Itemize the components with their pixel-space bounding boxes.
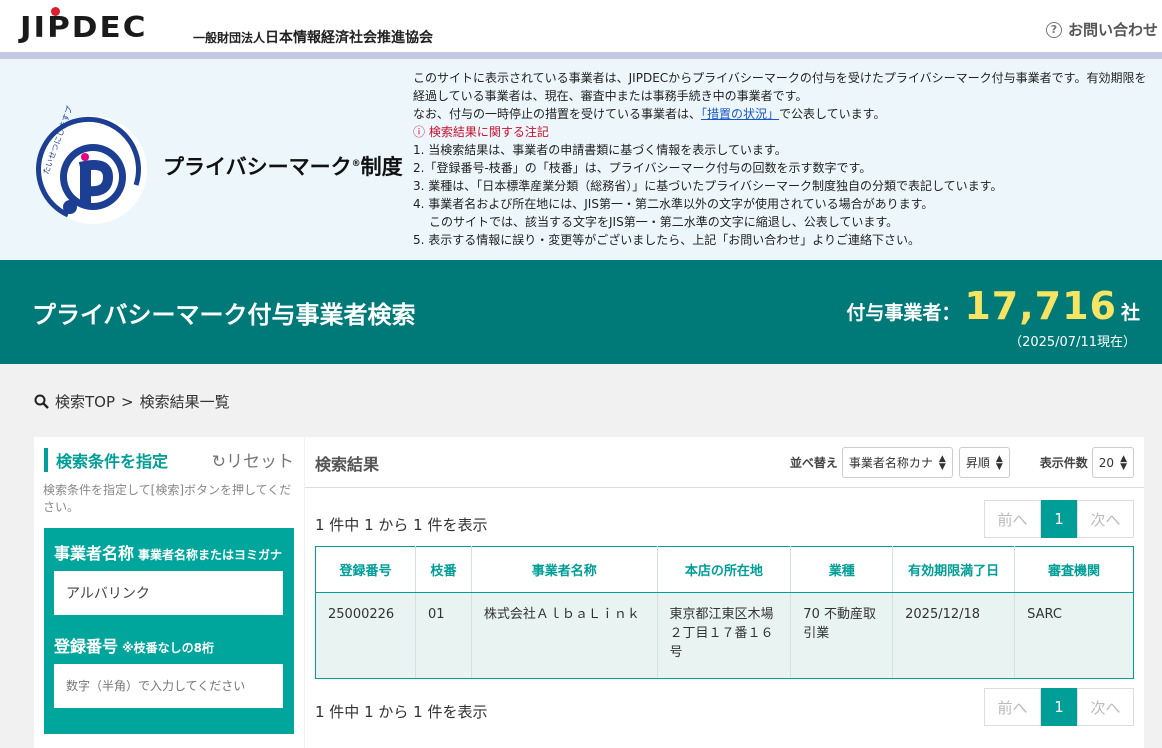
- notice-line-2: なお、付与の一時停止の措置を受けている事業者は、「措置の状況」で公表しています。: [413, 107, 886, 121]
- next-page-button[interactable]: 次へ: [1077, 688, 1134, 726]
- contact-label: お問い合わせ: [1067, 21, 1158, 39]
- per-page-select[interactable]: 20 ▲ ▼: [1091, 447, 1134, 478]
- company-name-input[interactable]: [54, 571, 283, 615]
- table-header-row: 登録番号 枝番 事業者名称 本店の所在地 業種 有効期限満了日 審査機関: [315, 546, 1134, 593]
- search-form: 事業者名称事業者名称またはヨミガナ 登録番号※枝番なしの8桁: [44, 528, 294, 734]
- question-icon: ?: [1045, 21, 1062, 38]
- prev-page-button[interactable]: 前へ: [984, 500, 1041, 538]
- search-hint: 検索条件を指定して[検索]ボタンを押してください。: [43, 483, 292, 514]
- results-title: 検索結果: [315, 455, 380, 474]
- breadcrumb: 検索TOP > 検索結果一覧: [34, 391, 230, 412]
- cell-industry: 70 不動産取引業: [790, 592, 893, 679]
- jipdec-logo[interactable]: JIPDEC: [20, 7, 148, 46]
- reset-button[interactable]: ↻リセット: [212, 447, 294, 472]
- col-branch[interactable]: 枝番: [414, 546, 472, 593]
- page-1-button[interactable]: 1: [1041, 500, 1077, 538]
- table-row[interactable]: 25000226 01 株式会社ＡｌｂａＬｉｎｋ 東京都江東区木場２丁目１７番１…: [315, 592, 1134, 679]
- company-name-label: 事業者名称 事業者名称またはヨミガナ: [54, 544, 283, 563]
- col-auditor[interactable]: 審査機関: [1014, 546, 1134, 593]
- prev-page-button[interactable]: 前へ: [984, 688, 1041, 726]
- cell-company-name[interactable]: 株式会社ＡｌｂａＬｉｎｋ: [470, 592, 658, 679]
- count-date: （2025/07/11現在）: [1009, 335, 1136, 350]
- search-icon: [34, 394, 49, 409]
- per-page-label: 表示件数: [1039, 456, 1088, 470]
- registered-count: 付与事業者： 17,716 社 （2025/07/11現在）: [846, 284, 1140, 350]
- registration-number-input[interactable]: [54, 664, 283, 708]
- cell-expiry: 2025/12/18: [892, 592, 1015, 679]
- caution-heading: ⓘ 検索結果に関する注記: [413, 125, 549, 139]
- sort-label: 並べ替え: [789, 456, 838, 470]
- search-results-panel: 検索結果 並べ替え 事業者名称カナ ▲ ▼ 昇順 ▲ ▼ 表示件数 20 ▲ ▼ 1 …: [305, 437, 1144, 748]
- org-name: 一般財団法人日本情報経済社会推進協会: [193, 30, 434, 46]
- caution-icon: ⓘ: [413, 125, 426, 139]
- page-1-button[interactable]: 1: [1041, 688, 1077, 726]
- next-page-button[interactable]: 次へ: [1077, 500, 1134, 538]
- notice-item-3: 3. 業種は、「日本標準産業分類（総務省）」に基づいたプライバシーマーク制度独自…: [413, 179, 1003, 193]
- title-band: プライバシーマーク付与事業者検索 付与事業者： 17,716 社 （2025/07/…: [0, 260, 1162, 364]
- results-count-bottom: 1 件中 1 から 1 件を表示: [315, 703, 488, 721]
- logo-text: JIPDEC: [20, 11, 148, 45]
- page-title: プライバシーマーク付与事業者検索: [32, 301, 416, 329]
- breadcrumb-separator: >: [121, 392, 134, 411]
- notice-area: たいせつにしますプライバシー プライバシーマーク®制度 このサイトに表示されてい…: [0, 59, 1162, 260]
- count-number: 17,716: [964, 284, 1117, 328]
- col-address[interactable]: 本店の所在地: [656, 546, 792, 593]
- pmark-title: プライバシーマーク®制度: [163, 155, 403, 179]
- privacy-mark-seal-icon: たいせつにしますプライバシー: [36, 105, 147, 224]
- notice-text: このサイトに表示されている事業者は、JIPDECからプライバシーマークの付与を受…: [413, 69, 1148, 249]
- notice-item-4: 4. 事業者名および所在地には、JIS第一・第二水準以外の文字が使用されている場…: [413, 197, 934, 211]
- cell-address: 東京都江東区木場２丁目１７番１６号: [656, 592, 791, 679]
- select-arrows-icon: ▲ ▼: [995, 453, 1003, 472]
- results-count-top: 1 件中 1 から 1 件を表示: [315, 516, 488, 534]
- results-table: 登録番号 枝番 事業者名称 本店の所在地 業種 有効期限満了日 審査機関 250…: [315, 546, 1134, 679]
- reset-icon: ↻: [211, 452, 226, 472]
- cell-branch: 01: [414, 592, 472, 679]
- cell-registration-number: 25000226: [315, 592, 416, 679]
- notice-line-1: このサイトに表示されている事業者は、JIPDECからプライバシーマークの付与を受…: [413, 71, 1147, 103]
- col-industry[interactable]: 業種: [790, 546, 894, 593]
- header-divider: [0, 52, 1162, 59]
- results-controls: 並べ替え 事業者名称カナ ▲ ▼ 昇順 ▲ ▼ 表示件数 20 ▲ ▼: [790, 447, 1134, 478]
- select-arrows-icon: ▲ ▼: [938, 453, 946, 472]
- contact-link[interactable]: ? お問い合わせ: [1045, 19, 1158, 40]
- col-expiry[interactable]: 有効期限満了日: [892, 546, 1016, 593]
- cell-auditor: SARC: [1014, 592, 1134, 679]
- col-company-name[interactable]: 事業者名称: [470, 546, 658, 593]
- search-conditions-panel: 検索条件を指定 ↻リセット 検索条件を指定して[検索]ボタンを押してください。 …: [34, 437, 304, 748]
- notice-item-4-cont: このサイトでは、該当する文字をJIS第一・第二水準の文字に縮退し、公表しています…: [429, 215, 899, 229]
- notice-item-1: 1. 当検索結果は、事業者の申請書類に基づく情報を表示しています。: [413, 143, 787, 157]
- select-arrows-icon: ▲ ▼: [1120, 453, 1127, 472]
- pagination-top: 前へ 1 次へ: [984, 500, 1134, 538]
- site-header: JIPDEC 一般財団法人日本情報経済社会推進協会 ? お問い合わせ: [0, 0, 1162, 52]
- breadcrumb-current: 検索結果一覧: [139, 393, 230, 411]
- pagination-bottom: 前へ 1 次へ: [984, 688, 1134, 726]
- notice-item-2: 2.「登録番号-枝番」の「枝番」は、プライバシーマーク付与の回数を示す数字です。: [413, 161, 872, 175]
- breadcrumb-top-link[interactable]: 検索TOP: [55, 391, 115, 412]
- order-select[interactable]: 昇順 ▲ ▼: [958, 447, 1010, 478]
- results-divider: [305, 487, 1144, 488]
- sort-select[interactable]: 事業者名称カナ ▲ ▼: [841, 447, 953, 478]
- registration-number-label: 登録番号 ※枝番なしの8桁: [54, 637, 215, 656]
- search-conditions-title: 検索条件を指定: [44, 447, 168, 472]
- measures-status-link[interactable]: 「措置の状況」: [701, 107, 779, 121]
- col-registration-number[interactable]: 登録番号: [315, 546, 416, 593]
- notice-item-5: 5. 表示する情報に誤り・変更等がございましたら、上記「お問い合わせ」よりご連絡…: [413, 233, 921, 247]
